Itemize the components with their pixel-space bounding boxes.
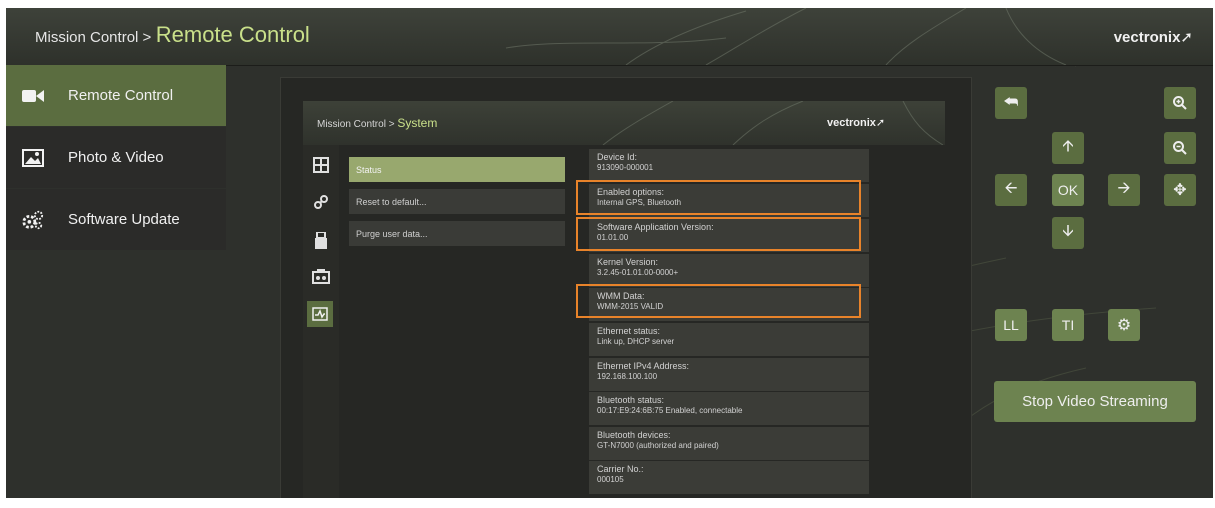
device-brand-arrow-icon: ➚ xyxy=(875,117,886,129)
connection-icon[interactable] xyxy=(309,190,333,214)
stop-video-streaming-button[interactable]: Stop Video Streaming xyxy=(994,381,1196,422)
device-icon[interactable] xyxy=(309,265,333,289)
usb-icon[interactable] xyxy=(309,229,333,253)
brand-name: vectronix xyxy=(1113,29,1181,46)
info-value: 3.2.45-01.01.00-0000+ xyxy=(597,268,679,277)
sidebar-item-label: Remote Control xyxy=(68,87,174,104)
sidebar-item-software-update[interactable]: Software Update xyxy=(6,189,226,250)
breadcrumb: Mission Control > xyxy=(35,29,152,46)
info-bluetooth-status: Bluetooth status: 00:17:E9:24:6B:75 Enab… xyxy=(589,392,869,425)
arrow-up-icon: 🡩 xyxy=(1062,137,1074,155)
info-label: Bluetooth devices: xyxy=(597,430,671,440)
ok-button-label: OK xyxy=(1057,182,1079,198)
zoom-out-icon xyxy=(1173,141,1187,155)
info-ethernet-status: Ethernet status: Link up, DHCP server xyxy=(589,323,869,356)
ok-button[interactable]: OK xyxy=(1052,174,1084,206)
remote-device-screen[interactable]: Mission Control > System vectronix➚ Stat… xyxy=(280,77,972,498)
info-value: 192.168.100.100 xyxy=(597,372,658,381)
ll-button[interactable]: LL xyxy=(995,309,1027,341)
menu-purge-user-data[interactable]: Purge user data... xyxy=(349,221,565,246)
device-breadcrumb: Mission Control > xyxy=(317,119,395,130)
grid-icon[interactable] xyxy=(309,153,333,177)
menu-status-label: Status xyxy=(356,164,382,175)
settings-button[interactable]: ⚙ xyxy=(1108,309,1140,341)
info-value: 000105 xyxy=(597,475,624,484)
info-carrier-no: Carrier No.: 000105 xyxy=(589,461,869,494)
down-button[interactable]: 🡫 xyxy=(1052,217,1084,249)
page-title: Mission Control > Remote Control xyxy=(35,22,310,48)
move-button[interactable]: ✥ xyxy=(1164,174,1196,206)
sidebar-item-label: Software Update xyxy=(68,211,180,228)
brand-logo: vectronix➚ xyxy=(1114,28,1193,46)
highlight-wmm-data xyxy=(576,284,861,318)
info-kernel-version: Kernel Version: 3.2.45-01.01.00-0000+ xyxy=(589,254,869,287)
info-label: Ethernet IPv4 Address: xyxy=(597,361,690,371)
remote-control-app: Mission Control > Remote Control vectron… xyxy=(6,8,1213,498)
zoom-in-icon xyxy=(1173,96,1187,110)
back-arrow-icon: ⮪ xyxy=(1003,94,1019,111)
system-icon[interactable] xyxy=(307,301,333,327)
info-ethernet-ipv4: Ethernet IPv4 Address: 192.168.100.100 xyxy=(589,358,869,391)
brand-arrow-icon: ➚ xyxy=(1180,29,1193,46)
info-label: Bluetooth status: xyxy=(597,395,665,405)
ti-button[interactable]: TI xyxy=(1052,309,1084,341)
up-button[interactable]: 🡩 xyxy=(1052,132,1084,164)
menu-status[interactable]: Status xyxy=(349,157,565,182)
info-value: GT-N7000 (authorized and paired) xyxy=(597,441,719,450)
image-icon xyxy=(22,147,44,169)
gears-icon xyxy=(22,209,44,231)
info-value: Link up, DHCP server xyxy=(597,337,675,346)
video-camera-icon xyxy=(22,85,44,107)
arrow-down-icon: 🡫 xyxy=(1062,222,1074,240)
info-label: Carrier No.: xyxy=(597,464,644,474)
right-button[interactable]: 🡪 xyxy=(1108,174,1140,206)
sidebar: Remote Control Photo & Video Software Up… xyxy=(6,65,226,498)
device-brand-name: vectronix xyxy=(827,117,876,129)
zoom-in-button[interactable] xyxy=(1164,87,1196,119)
device-title-text: System xyxy=(397,116,438,130)
sidebar-item-remote-control[interactable]: Remote Control xyxy=(6,65,226,126)
stop-video-streaming-label: Stop Video Streaming xyxy=(1022,393,1168,410)
app-header: Mission Control > Remote Control vectron… xyxy=(6,8,1213,66)
highlight-enabled-options xyxy=(576,180,861,215)
menu-reset-default[interactable]: Reset to default... xyxy=(349,189,565,214)
back-button[interactable]: ⮪ xyxy=(995,87,1027,119)
info-bluetooth-devices: Bluetooth devices: GT-N7000 (authorized … xyxy=(589,427,869,460)
info-label: Kernel Version: xyxy=(597,257,659,267)
ti-button-label: TI xyxy=(1061,317,1075,333)
sidebar-item-label: Photo & Video xyxy=(68,149,164,166)
info-value: 913090-000001 xyxy=(597,163,654,172)
info-device-id: Device Id: 913090-000001 xyxy=(589,149,869,182)
highlight-software-version xyxy=(576,217,861,251)
move-cross-icon: ✥ xyxy=(1173,182,1187,199)
info-value: 00:17:E9:24:6B:75 Enabled, connectable xyxy=(597,406,743,415)
device-brand-logo: vectronix➚ xyxy=(827,116,885,129)
info-label: Device Id: xyxy=(597,152,638,162)
ll-button-label: LL xyxy=(1003,317,1019,333)
device-side-menu xyxy=(303,145,339,498)
arrow-right-icon: 🡪 xyxy=(1117,179,1131,197)
device-title: Mission Control > System xyxy=(317,116,437,130)
menu-reset-default-label: Reset to default... xyxy=(356,196,427,207)
gear-icon: ⚙ xyxy=(1116,317,1132,334)
menu-purge-user-data-label: Purge user data... xyxy=(356,228,428,239)
left-button[interactable]: 🡨 xyxy=(995,174,1027,206)
zoom-out-button[interactable] xyxy=(1164,132,1196,164)
sidebar-item-photo-video[interactable]: Photo & Video xyxy=(6,127,226,188)
device-header: Mission Control > System vectronix➚ xyxy=(303,101,945,145)
arrow-left-icon: 🡨 xyxy=(1004,179,1018,197)
info-label: Ethernet status: xyxy=(597,326,661,336)
page-title-text: Remote Control xyxy=(155,22,310,47)
